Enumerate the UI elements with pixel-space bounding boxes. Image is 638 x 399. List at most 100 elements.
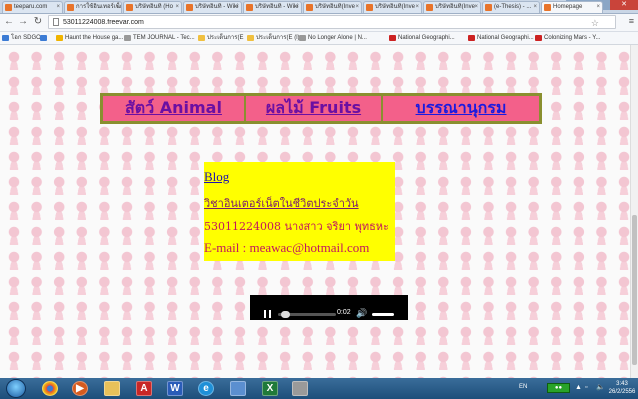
volume-slider[interactable] <box>372 313 394 316</box>
media-player-icon[interactable]: ▶ <box>72 381 88 396</box>
blog-link[interactable]: Blog <box>204 169 229 185</box>
tab-6[interactable]: บริษัทอินทิ(Inve × <box>303 1 362 13</box>
tab-close-icon[interactable]: × <box>355 2 359 13</box>
tab-label: บริษัทอินทิ(Inve <box>375 4 415 10</box>
bookmark-label: TEM JOURNAL - Tec... <box>133 35 195 41</box>
clock-date: 26/2/2556 <box>608 389 636 395</box>
tab-close-icon[interactable]: × <box>533 2 537 13</box>
bookmark-item[interactable]: No Longer Alone | N... <box>299 33 367 43</box>
tab-favicon-icon <box>544 4 551 11</box>
tab-close-icon[interactable]: × <box>115 2 119 13</box>
menu-icon[interactable]: ≡ <box>629 16 634 26</box>
tab-favicon-icon <box>186 4 193 11</box>
seek-knob[interactable] <box>280 311 290 318</box>
tab-label: (e-Thesis) - ... <box>494 4 532 10</box>
tab-close-icon[interactable]: × <box>295 2 299 13</box>
app-icon[interactable] <box>292 381 308 396</box>
internet-explorer-icon[interactable]: e <box>198 381 214 396</box>
tray-arrow-icon[interactable]: ▲ <box>575 384 582 392</box>
bookmark-item[interactable] <box>40 33 49 43</box>
tab-favicon-icon <box>126 4 133 11</box>
tab-close-icon[interactable]: × <box>415 2 419 13</box>
bookmark-item[interactable]: National Geographi... <box>389 33 455 43</box>
back-button[interactable]: ← <box>3 16 15 28</box>
clock-time: 3:43 <box>616 381 628 387</box>
bookmark-item[interactable]: TEM JOURNAL - Tec... <box>124 33 195 43</box>
tab-label: บริษัทอินทิ(Inve <box>315 4 355 10</box>
clock[interactable]: 3:43 26/2/2556 <box>608 380 636 396</box>
network-status-icon[interactable]: ●● <box>547 383 570 393</box>
bookmark-icon <box>299 35 306 41</box>
tab-favicon-icon <box>306 4 313 11</box>
vertical-scrollbar[interactable] <box>630 45 638 378</box>
tab-strip: teeparu.com × การใช้อินเทอร์เน็ต × บริษัทอิน… <box>0 0 638 14</box>
url-input[interactable] <box>63 17 583 27</box>
tab-label: Homepage <box>553 4 583 10</box>
bookmark-icon <box>247 35 254 41</box>
nav-link-fruits[interactable]: ผลไม้ Fruits <box>245 95 382 122</box>
bookmark-icon <box>468 35 475 41</box>
tab-4[interactable]: บริษัทอินทิ - Wiki × <box>183 1 242 13</box>
tab-favicon-icon <box>366 4 373 11</box>
bookmark-item[interactable]: Colonizing Mars - Y... <box>535 33 600 43</box>
tab-5[interactable]: บริษัทอินทิ - Wiki × <box>243 1 302 13</box>
bookmark-item[interactable]: โอก SDGO <box>2 33 41 43</box>
volume-icon[interactable]: 🔊 <box>356 308 367 318</box>
tab-1[interactable]: teeparu.com × <box>2 1 63 13</box>
start-button[interactable] <box>6 379 26 398</box>
bookmark-label: ประเด็นการ(E (l) <box>256 35 300 41</box>
bookmark-label: ประเด็นการ(E <box>207 35 244 41</box>
bookmark-label: National Geographi... <box>477 35 534 41</box>
signal-icon[interactable]: ▫ <box>585 384 587 392</box>
tab-close-icon[interactable]: × <box>596 2 600 13</box>
tab-8[interactable]: บริษัทอินทิ(Inve × <box>423 1 481 13</box>
network-app-icon[interactable] <box>230 381 246 396</box>
nav-link-bibliography[interactable]: บรรณานุกรม <box>382 95 540 122</box>
bookmark-label: Haunt the House ga... <box>65 35 124 41</box>
tab-close-icon[interactable]: × <box>56 2 60 13</box>
pdf-icon[interactable]: A <box>136 381 152 396</box>
tab-close-icon[interactable]: × <box>474 2 478 13</box>
pause-icon[interactable] <box>264 310 271 318</box>
bookmark-item[interactable]: National Geographi... <box>468 33 534 43</box>
word-icon[interactable]: W <box>167 381 183 396</box>
bookmark-label: Colonizing Mars - Y... <box>544 35 601 41</box>
tab-9[interactable]: (e-Thesis) - ... × <box>482 1 540 13</box>
speaker-icon[interactable]: 🔈 <box>596 384 605 392</box>
info-box: Blog วิชาอินเตอร์เน็ตในชีวิตประจำวัน 530… <box>204 162 395 261</box>
folder-icon[interactable] <box>104 381 120 396</box>
bookmark-item[interactable]: ประเด็นการ(E <box>198 33 244 43</box>
tab-10[interactable]: Homepage × <box>541 1 603 13</box>
tab-close-icon[interactable]: × <box>235 2 239 13</box>
nav-link-animal[interactable]: สัตว์ Animal <box>102 95 245 122</box>
bookmark-icon <box>124 35 131 41</box>
reload-button[interactable]: ↻ <box>32 16 44 28</box>
excel-icon[interactable]: X <box>262 381 278 396</box>
tab-3[interactable]: บริษัทอินทิ (Ho × <box>123 1 182 13</box>
bookmark-item[interactable]: ประเด็นการ(E (l) <box>247 33 300 43</box>
address-bar[interactable]: ☆ <box>48 15 616 29</box>
tab-label: teeparu.com <box>14 4 48 10</box>
tab-2[interactable]: การใช้อินเทอร์เน็ต × <box>64 1 122 13</box>
tab-favicon-icon <box>246 4 253 11</box>
language-indicator[interactable]: EN <box>519 384 527 390</box>
bookmark-label: No Longer Alone | N... <box>308 35 367 41</box>
bookmarks-bar: โอก SDGO Haunt the House ga... TEM JOURNAL… <box>0 32 638 45</box>
bookmark-label: โอก SDGO <box>11 35 41 41</box>
tab-7[interactable]: บริษัทอินทิ(Inve × <box>363 1 422 13</box>
chrome-icon[interactable] <box>42 381 58 396</box>
taskbar: ▶ A W e X EN ●● ▲ ▫ 🔈 3:43 26/2/2556 <box>0 378 638 399</box>
tab-favicon-icon <box>67 4 74 11</box>
tab-favicon-icon <box>5 4 12 11</box>
page-content: สัตว์ Animal ผลไม้ Fruits บรรณานุกรม Blo… <box>0 45 630 378</box>
bookmark-star-icon[interactable]: ☆ <box>591 18 599 28</box>
bookmark-item[interactable]: Haunt the House ga... <box>56 33 123 43</box>
scrollbar-thumb[interactable] <box>632 215 637 365</box>
forward-button[interactable]: → <box>17 16 29 28</box>
tab-label: บริษัทอินทิ(Inve <box>435 4 475 10</box>
tab-label: บริษัทอินทิ - Wiki <box>255 4 299 10</box>
tab-close-icon[interactable]: × <box>175 2 179 13</box>
close-window-button[interactable]: ✕ <box>610 0 638 10</box>
bookmark-icon <box>198 35 205 41</box>
course-link[interactable]: วิชาอินเตอร์เน็ตในชีวิตประจำวัน <box>204 194 359 212</box>
